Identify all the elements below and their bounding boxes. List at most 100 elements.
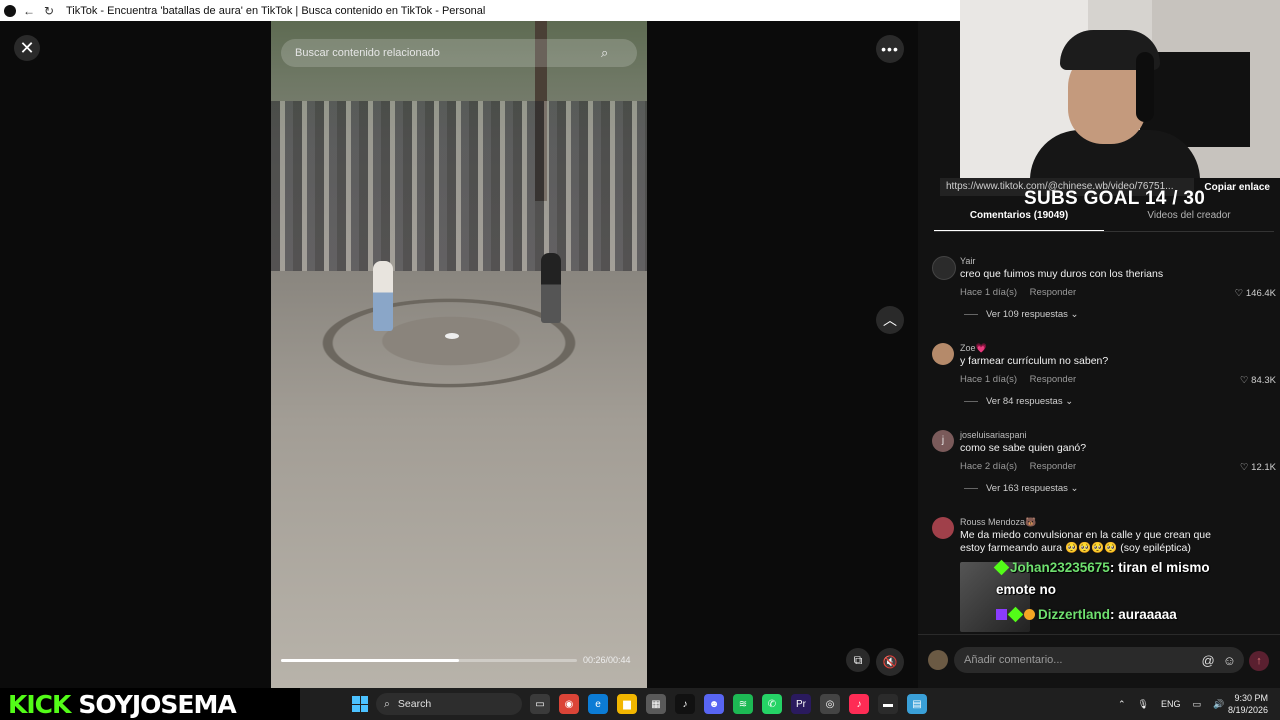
clock-time: 9:30 PM	[1234, 693, 1268, 703]
comment-item: Yair creo que fuimos muy duros con los t…	[932, 256, 1278, 326]
chat-text: : tiran el mismo	[1109, 560, 1210, 575]
reply-button[interactable]: Responder	[1030, 461, 1076, 472]
video-progress-fill	[281, 659, 459, 662]
terminal-icon[interactable]: ▬	[878, 694, 898, 714]
refresh-icon[interactable]: ↻	[42, 4, 56, 18]
clock[interactable]: 9:30 PM 8/19/2026	[1224, 692, 1268, 716]
clock-date: 8/19/2026	[1227, 705, 1268, 715]
dancer-left	[373, 261, 393, 331]
language-indicator[interactable]: ENG	[1161, 699, 1181, 709]
chat-message: Dizzertland: auraaaaa	[996, 606, 1177, 623]
my-avatar	[928, 650, 948, 670]
mention-icon[interactable]: @	[1202, 653, 1215, 668]
taskbar-search[interactable]: ⌕	[376, 693, 522, 715]
obs-icon[interactable]: ◎	[820, 694, 840, 714]
windows-start-icon[interactable]	[352, 696, 368, 712]
sub-badge-icon	[993, 559, 1010, 576]
heart-icon: ♡	[1234, 288, 1246, 299]
explorer-icon[interactable]: ▆	[617, 694, 637, 714]
search-icon: ⌕	[384, 697, 390, 710]
comment-username[interactable]: Yair	[960, 256, 975, 266]
previous-video-button[interactable]: ︿	[876, 306, 904, 334]
copy-link-button[interactable]: Copiar enlace	[1204, 182, 1270, 193]
heart-icon: ♡	[1240, 375, 1252, 386]
mic-icon[interactable]: 🎙	[1138, 699, 1149, 710]
avatar[interactable]	[932, 256, 956, 280]
task-view-icon[interactable]: ▭	[530, 694, 550, 714]
browser-titlebar: ← ↻ TikTok - Encuentra 'batallas de aura…	[0, 0, 960, 21]
chat-username: Johan23235675	[1010, 560, 1110, 575]
notepad-icon[interactable]: ▤	[907, 694, 927, 714]
reply-button[interactable]: Responder	[1030, 287, 1076, 298]
panel-tabs: Comentarios (19049) Videos del creador	[934, 210, 1274, 232]
more-icon: •••	[881, 41, 899, 57]
tiktok-favicon-icon	[4, 4, 16, 17]
related-search-bar[interactable]: ⌕	[281, 39, 637, 67]
sub-badge-icon	[1007, 606, 1024, 623]
comment-meta: Hace 2 día(s) Responder	[960, 461, 1086, 472]
avatar[interactable]	[932, 343, 954, 365]
premiere-icon[interactable]: Pr	[791, 694, 811, 714]
related-search-input[interactable]	[293, 46, 597, 60]
store-icon[interactable]: ▦	[646, 694, 666, 714]
chevron-up-icon: ︿	[883, 312, 897, 328]
avatar[interactable]: j	[932, 430, 954, 452]
system-tray: ⌃ 🎙 ENG ▭ 🔊	[1118, 688, 1236, 720]
spotify-icon[interactable]: ≋	[733, 694, 753, 714]
comment-meta: Hace 1 día(s) Responder	[960, 374, 1086, 385]
comment-username[interactable]: joseluisariaspani	[960, 430, 1027, 440]
close-button[interactable]: ✕	[14, 35, 40, 61]
chevron-down-icon: ⌄	[1070, 309, 1079, 320]
comment-time: Hace 2 día(s)	[960, 461, 1018, 472]
crowd	[271, 101, 647, 271]
tab-comments[interactable]: Comentarios (19049)	[934, 210, 1104, 232]
view-replies-button[interactable]: Ver 109 respuestas ⌄	[964, 309, 1078, 320]
comment-time: Hace 1 día(s)	[960, 374, 1018, 385]
tab-creator-videos[interactable]: Videos del creador	[1104, 210, 1274, 232]
pip-button[interactable]: ⧉	[846, 648, 870, 672]
emoji-icon[interactable]: ☺	[1223, 653, 1236, 668]
mute-button[interactable]: 🔇	[876, 648, 904, 676]
chrome-icon[interactable]: ◉	[559, 694, 579, 714]
reply-button[interactable]: Responder	[1030, 374, 1076, 385]
gem-badge-icon	[996, 609, 1007, 620]
volume-icon[interactable]: 🔊	[1213, 699, 1224, 710]
like-count[interactable]: ♡ 84.3K	[1240, 375, 1276, 386]
heart-icon: ♡	[1240, 462, 1252, 473]
subs-goal-overlay: SUBS GOAL 14 / 30	[1024, 188, 1206, 209]
comment-input[interactable]	[962, 653, 1202, 667]
chevron-down-icon: ⌄	[1070, 483, 1079, 494]
comment-text: creo que fuimos muy duros con los theria…	[960, 268, 1164, 280]
view-replies-button[interactable]: Ver 163 respuestas ⌄	[964, 483, 1078, 494]
video-progress-bar[interactable]	[281, 659, 577, 662]
network-icon[interactable]: ▭	[1193, 699, 1202, 710]
chat-text: : auraaaaa	[1110, 607, 1177, 622]
comment-username[interactable]: Zoe💗	[960, 343, 987, 354]
discord-icon[interactable]: ☻	[704, 694, 724, 714]
comment-time: Hace 1 día(s)	[960, 287, 1018, 298]
tab-divider	[934, 231, 1274, 232]
headset	[1136, 52, 1154, 122]
tiktok-icon[interactable]: ♪	[675, 694, 695, 714]
like-count[interactable]: ♡ 146.4K	[1235, 288, 1276, 299]
view-replies-button[interactable]: Ver 84 respuestas ⌄	[964, 396, 1073, 407]
like-count[interactable]: ♡ 12.1K	[1240, 462, 1276, 473]
comment-item: Zoe💗 y farmear currículum no saben? Hace…	[932, 343, 1278, 413]
search-icon[interactable]: ⌕	[601, 45, 608, 61]
muted-speaker-icon: 🔇	[882, 655, 898, 669]
edge-icon[interactable]: e	[588, 694, 608, 714]
comment-item: j joseluisariaspani como se sabe quien g…	[932, 430, 1278, 500]
comment-username[interactable]: Rouss Mendoza🐻	[960, 517, 1036, 528]
tiktok-live-icon[interactable]: ♪	[849, 694, 869, 714]
send-arrow-icon: ↑	[1256, 655, 1262, 667]
chat-message: Johan23235675: tiran el mismo	[993, 559, 1210, 576]
more-options-button[interactable]: •••	[876, 35, 904, 63]
back-icon[interactable]: ←	[22, 4, 36, 18]
taskbar-search-input[interactable]	[395, 697, 500, 711]
chevron-up-icon[interactable]: ⌃	[1118, 699, 1126, 710]
whatsapp-icon[interactable]: ✆	[762, 694, 782, 714]
send-comment-button[interactable]: ↑	[1249, 651, 1269, 671]
avatar[interactable]	[932, 517, 954, 539]
comment-field[interactable]: @ ☺	[954, 647, 1244, 673]
video-player[interactable]: ⌕ 00:26/00:44	[271, 21, 647, 688]
